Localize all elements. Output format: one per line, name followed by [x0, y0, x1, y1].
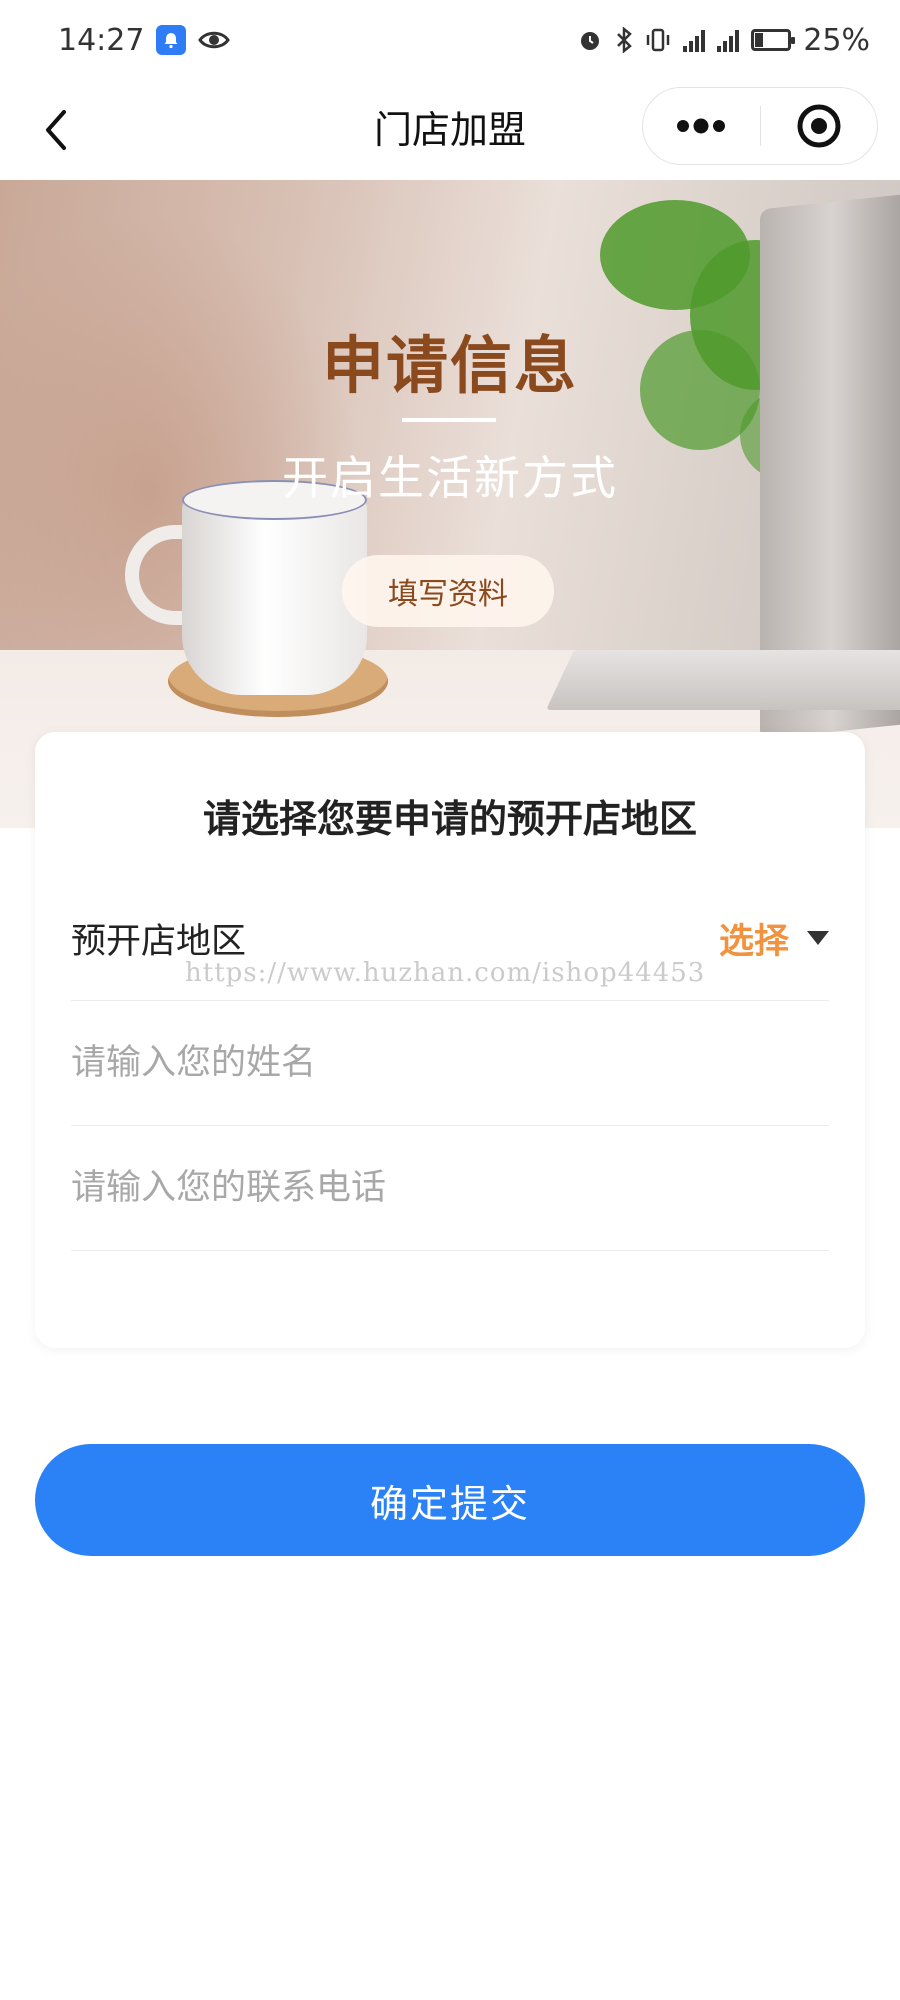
- target-circle-icon: [797, 104, 841, 148]
- region-select[interactable]: 选择: [719, 913, 829, 964]
- alarm-icon: [577, 27, 603, 53]
- status-left: 14:27: [58, 22, 231, 58]
- more-dots-icon: [677, 118, 726, 134]
- region-select-text: 选择: [718, 921, 789, 962]
- banner-divider: [402, 418, 496, 422]
- cup-image: [182, 495, 367, 695]
- bell-icon: [156, 25, 187, 55]
- form-card: 请选择您要申请的预开店地区 预开店地区 选择: [35, 732, 865, 1348]
- name-input[interactable]: [71, 1043, 829, 1083]
- eye-icon: [198, 29, 231, 51]
- banner-title: 申请信息: [321, 329, 578, 402]
- name-row: [71, 1001, 829, 1126]
- status-bar: 14:27 25%: [0, 0, 900, 80]
- form-heading: 请选择您要申请的预开店地区: [202, 797, 697, 841]
- nav-bar: 门店加盟: [0, 80, 900, 180]
- laptop-base-image: [546, 650, 900, 710]
- banner-subtitle: 开启生活新方式: [282, 451, 618, 505]
- signal-4g-icon-1: [683, 28, 706, 52]
- status-right: 25%: [577, 23, 870, 58]
- vibrate-icon: [645, 27, 671, 53]
- caret-down-icon: [807, 931, 829, 945]
- region-label: 预开店地区: [71, 921, 247, 962]
- close-program-button[interactable]: [761, 88, 878, 164]
- more-button[interactable]: [643, 88, 760, 164]
- fill-info-button[interactable]: 填写资料: [342, 555, 554, 627]
- signal-4g-icon-2: [717, 28, 740, 52]
- bluetooth-icon: [615, 27, 633, 53]
- submit-button[interactable]: 确定提交: [35, 1444, 865, 1556]
- phone-input[interactable]: [71, 1168, 829, 1208]
- status-time: 14:27: [58, 22, 145, 58]
- battery-level: [755, 33, 764, 47]
- watermark-text: https://www.huzhan.com/ishop44453: [185, 958, 706, 988]
- mini-program-capsule: [642, 87, 878, 165]
- battery-icon: [751, 29, 796, 51]
- battery-percent: 25%: [803, 22, 870, 58]
- banner: 申请信息 开启生活新方式 填写资料: [0, 180, 900, 828]
- phone-row: [71, 1126, 829, 1251]
